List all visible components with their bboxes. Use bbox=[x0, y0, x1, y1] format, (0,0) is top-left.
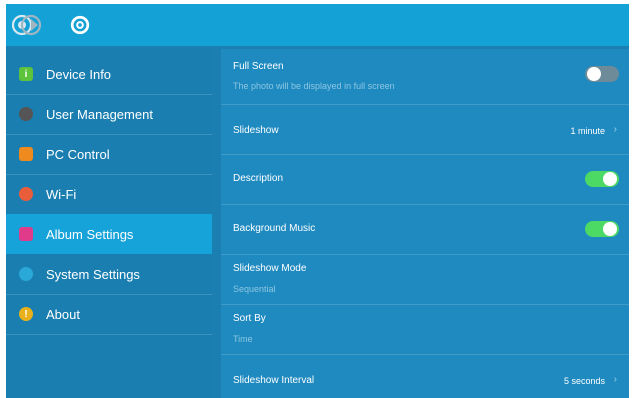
setting-title: Slideshow Interval bbox=[233, 375, 315, 386]
setting-slideshow[interactable]: Slideshow 1 minute › bbox=[221, 105, 629, 155]
setting-title: Slideshow bbox=[233, 125, 279, 136]
sidebar: i Device Info User Management PC Control… bbox=[6, 49, 212, 398]
setting-description[interactable]: Description bbox=[221, 155, 629, 205]
setting-title: Sort By bbox=[233, 313, 266, 324]
sidebar-item-label: About bbox=[46, 306, 80, 322]
full-screen-toggle[interactable] bbox=[585, 66, 619, 82]
sidebar-item-label: Wi-Fi bbox=[46, 186, 77, 202]
setting-background-music[interactable]: Background Music bbox=[221, 205, 629, 255]
chevron-right-icon: › bbox=[613, 124, 617, 135]
background-music-toggle[interactable] bbox=[585, 221, 619, 237]
app-window: i Device Info User Management PC Control… bbox=[6, 4, 629, 398]
sidebar-item-device-info[interactable]: i Device Info bbox=[6, 54, 212, 94]
top-bar bbox=[6, 4, 629, 46]
setting-title: Full Screen bbox=[233, 61, 284, 72]
setting-sort-by[interactable]: Sort By Time bbox=[221, 305, 629, 355]
sidebar-item-label: Album Settings bbox=[46, 226, 134, 242]
description-toggle[interactable] bbox=[585, 171, 619, 187]
setting-slideshow-interval[interactable]: Slideshow Interval 5 seconds › bbox=[221, 355, 629, 398]
setting-subtitle: The photo will be displayed in full scre… bbox=[233, 81, 395, 91]
album-icon bbox=[19, 227, 33, 241]
setting-value: 5 seconds bbox=[563, 376, 605, 386]
sidebar-item-user-management[interactable]: User Management bbox=[6, 94, 212, 134]
setting-slideshow-mode[interactable]: Slideshow Mode Sequential bbox=[221, 255, 629, 305]
toggle-knob bbox=[603, 222, 617, 236]
wifi-icon bbox=[19, 187, 33, 201]
sidebar-item-label: System Settings bbox=[46, 266, 140, 282]
sidebar-item-pc-control[interactable]: PC Control bbox=[6, 134, 212, 174]
sidebar-item-label: PC Control bbox=[46, 146, 110, 162]
divider bbox=[6, 334, 212, 335]
sidebar-item-about[interactable]: ! About bbox=[6, 294, 212, 334]
setting-title: Description bbox=[233, 173, 284, 184]
settings-icon bbox=[19, 267, 33, 281]
setting-title: Background Music bbox=[233, 223, 316, 234]
setting-value: 1 minute bbox=[570, 126, 605, 136]
info-icon: i bbox=[19, 67, 33, 81]
album-settings-panel: Full Screen The photo will be displayed … bbox=[221, 49, 629, 398]
sidebar-item-label: Device Info bbox=[46, 66, 112, 82]
toggle-knob bbox=[603, 172, 617, 186]
photo-frame-logo-icon bbox=[12, 12, 42, 38]
user-icon bbox=[19, 107, 33, 121]
sidebar-item-label: User Management bbox=[46, 106, 153, 122]
setting-full-screen[interactable]: Full Screen The photo will be displayed … bbox=[221, 49, 629, 99]
setting-value: Sequential bbox=[233, 284, 276, 294]
setting-value: Time bbox=[233, 334, 253, 344]
setting-title: Slideshow Mode bbox=[233, 263, 307, 274]
sidebar-item-album-settings[interactable]: Album Settings bbox=[6, 214, 212, 254]
monitor-icon bbox=[19, 147, 33, 161]
chevron-right-icon: › bbox=[613, 374, 617, 385]
gear-icon[interactable] bbox=[68, 13, 92, 37]
toggle-knob bbox=[587, 67, 601, 81]
sidebar-item-wifi[interactable]: Wi-Fi bbox=[6, 174, 212, 214]
alert-icon: ! bbox=[19, 307, 33, 321]
sidebar-item-system-settings[interactable]: System Settings bbox=[6, 254, 212, 294]
